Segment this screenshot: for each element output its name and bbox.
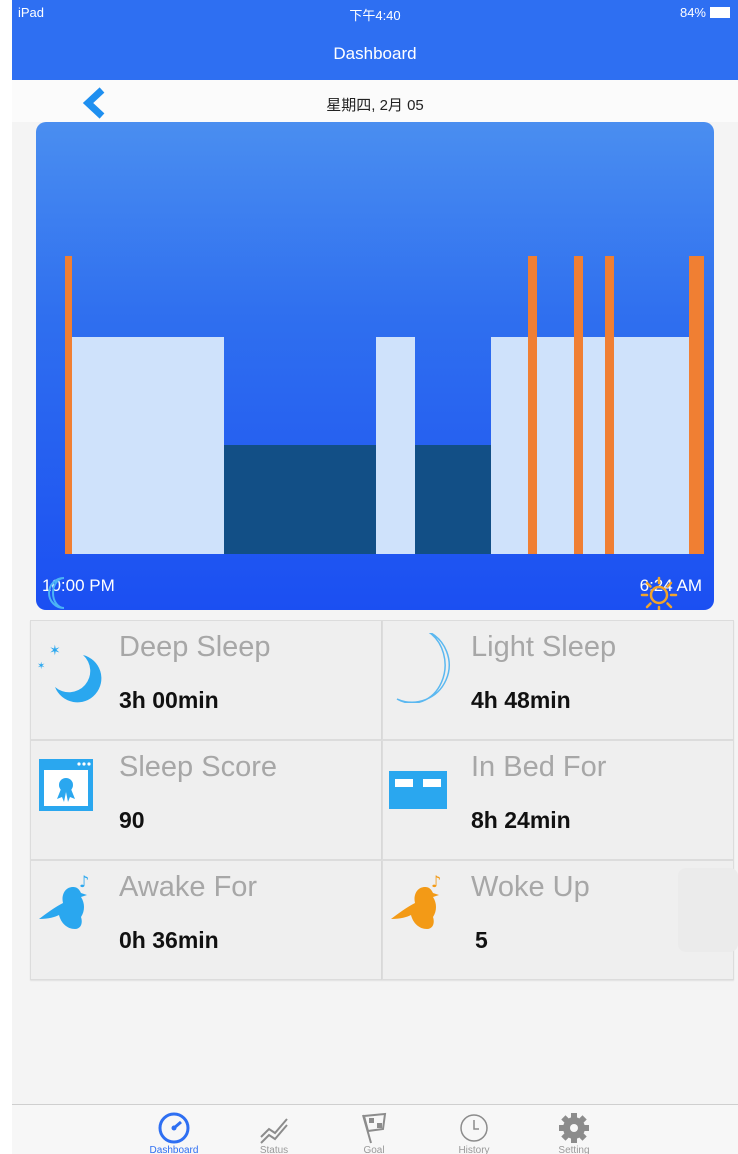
- battery-percent: 84%: [679, 5, 706, 20]
- svg-text:♪: ♪: [79, 873, 89, 891]
- battery-indicator: 84%: [680, 5, 730, 20]
- tab-label: History: [458, 1145, 490, 1154]
- tab-history[interactable]: History: [434, 1111, 514, 1154]
- stat-card-in-bed[interactable]: In Bed For 8h 24min: [382, 740, 734, 860]
- stat-value: 0h 36min: [119, 927, 219, 953]
- nav-bar: Dashboard: [12, 28, 738, 80]
- stat-label: Awake For: [119, 871, 258, 903]
- stat-label: In Bed For: [471, 751, 607, 783]
- stat-value: 3h 00min: [119, 687, 219, 713]
- battery-icon: [710, 7, 730, 18]
- light-sleep-block: [376, 337, 415, 554]
- tab-dashboard[interactable]: Dashboard: [134, 1111, 214, 1154]
- svg-text:✶: ✶: [37, 661, 45, 672]
- sleep-start: 10:00 PM: [42, 576, 115, 609]
- stat-value: 90: [119, 807, 145, 833]
- date-bar: 星期四, 2月 05: [12, 80, 738, 122]
- clock: 下午4:40: [349, 8, 401, 23]
- svg-text:♪: ♪: [431, 873, 441, 891]
- page-title: Dashboard: [333, 44, 417, 63]
- stat-card-deep-sleep[interactable]: ✶ ✶ Deep Sleep 3h 00min: [30, 620, 382, 740]
- sleep-end: 6:24 AM: [640, 576, 702, 610]
- deep-sleep-block: [415, 445, 491, 554]
- stat-value: 4h 48min: [471, 687, 571, 713]
- awake-bar: [574, 256, 583, 554]
- awake-bar: [605, 256, 614, 554]
- stat-label: Deep Sleep: [119, 631, 271, 663]
- clock-icon: [460, 1114, 488, 1142]
- stat-value: 8h 24min: [471, 807, 571, 833]
- stat-card-light-sleep[interactable]: Light Sleep 4h 48min: [382, 620, 734, 740]
- tab-setting[interactable]: Setting: [534, 1111, 614, 1154]
- trend-icon: [260, 1118, 288, 1144]
- tab-status[interactable]: Status: [234, 1111, 314, 1154]
- tab-label: Goal: [363, 1145, 385, 1154]
- sun-icon: [640, 576, 677, 610]
- stat-label: Woke Up: [471, 871, 590, 903]
- status-bar: iPad 下午4:40 84%: [12, 0, 738, 28]
- stat-card-sleep-score[interactable]: Sleep Score 90: [30, 740, 382, 860]
- tab-bar: Dashboard Status Goal History Setting: [12, 1104, 738, 1154]
- stat-label: Sleep Score: [119, 751, 277, 783]
- light-sleep-block: [491, 337, 689, 554]
- stat-card-awake-for[interactable]: ♪ Awake For 0h 36min: [30, 860, 382, 980]
- certificate-icon: [35, 753, 105, 823]
- svg-text:✶: ✶: [49, 643, 61, 659]
- orange-bird-icon: ♪: [387, 872, 457, 943]
- sleep-chart: 10:00 PM 6:24 AM: [36, 122, 714, 610]
- speedometer-icon: [158, 1112, 190, 1144]
- scroll-overlay: [678, 868, 738, 952]
- tab-goal[interactable]: Goal: [334, 1111, 414, 1154]
- awake-bar: [65, 256, 72, 554]
- bed-icon: [387, 753, 457, 823]
- gear-icon: [559, 1113, 589, 1143]
- sleep-chart-svg: [65, 256, 704, 554]
- awake-bar: [689, 256, 704, 554]
- stat-label: Light Sleep: [471, 631, 617, 663]
- current-date: 星期四, 2月 05: [326, 97, 424, 114]
- app-frame: iPad 下午4:40 84% Dashboard 星期四, 2月 05 10:…: [12, 0, 738, 1154]
- moon-icon: [48, 577, 65, 609]
- deep-sleep-block: [224, 445, 376, 554]
- stat-value: 5: [475, 927, 488, 953]
- tab-label: Status: [259, 1145, 289, 1154]
- light-sleep-block: [72, 337, 224, 554]
- awake-bar: [528, 256, 537, 554]
- tab-label: Setting: [558, 1145, 590, 1154]
- flag-icon: [362, 1112, 387, 1144]
- blue-bird-icon: ♪: [35, 872, 105, 943]
- crescent-moon-icon: [387, 630, 457, 704]
- tab-label: Dashboard: [149, 1145, 199, 1154]
- moon-stars-icon: ✶ ✶: [35, 633, 105, 703]
